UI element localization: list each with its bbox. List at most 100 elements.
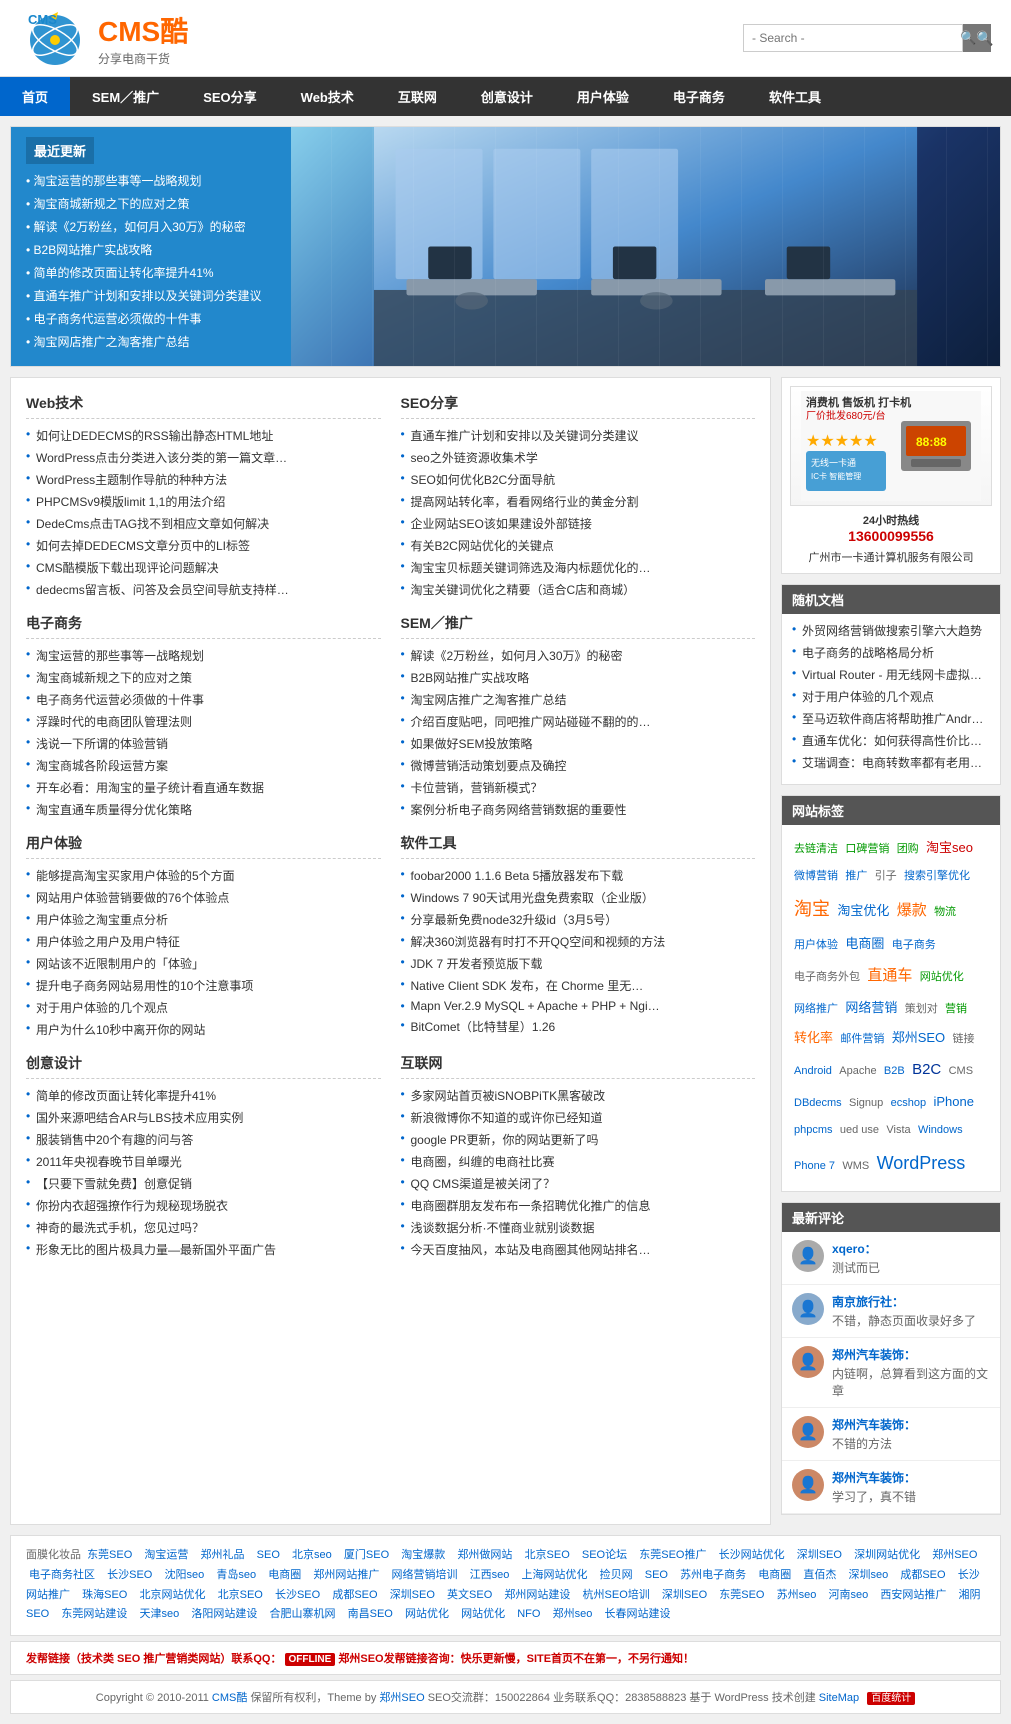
footer-link[interactable]: SEO <box>257 1549 280 1561</box>
featured-link[interactable]: 淘宝运营的那些事等一战略规划 <box>34 174 202 188</box>
footer-link[interactable]: 青岛seo <box>216 1569 256 1581</box>
tag-link[interactable]: 淘宝seo <box>926 835 973 861</box>
tag-link[interactable]: 淘宝优化 <box>837 898 889 924</box>
article-link[interactable]: 卡位营销，营销新模式？ <box>411 781 543 795</box>
footer-link[interactable]: 电子商务社区 <box>29 1569 95 1581</box>
footer-link[interactable]: 东莞SEO <box>719 1589 764 1601</box>
footer-link[interactable]: 网站优化 <box>405 1608 449 1620</box>
article-link[interactable]: 浅谈数据分析·不懂商业就别谈数据 <box>411 1221 595 1235</box>
footer-link[interactable]: 深圳网站优化 <box>854 1549 920 1561</box>
article-link[interactable]: 新浪微博你不知道的或许你已经知道 <box>411 1111 603 1125</box>
doc-link[interactable]: 外贸网络营销做搜索引擎六大趋势 <box>802 624 982 638</box>
tag-link[interactable]: Phone 7 <box>794 1155 835 1177</box>
search-button[interactable]: 🔍 <box>963 24 991 52</box>
nav-item-home[interactable]: 首页 <box>0 77 70 116</box>
article-link[interactable]: PHPCMSv9模版limit 1,1的用法介绍 <box>36 495 225 509</box>
tag-link[interactable]: 转化率 <box>794 1025 833 1051</box>
footer-link[interactable]: 北京seo <box>292 1549 332 1561</box>
article-link[interactable]: 如果做好SEM投放策略 <box>411 737 533 751</box>
article-link[interactable]: 电商圈，纠缠的电商社比赛 <box>411 1155 555 1169</box>
tag-link[interactable]: 电子商务 <box>892 934 936 956</box>
featured-link[interactable]: 解读《2万粉丝，如何月入30万》的秘密 <box>34 220 246 234</box>
tag-link[interactable]: 口碑营销 <box>845 838 889 860</box>
footer-link[interactable]: 长沙网站优化 <box>719 1549 785 1561</box>
nav-item-internet[interactable]: 互联网 <box>376 77 459 116</box>
footer-link[interactable]: 郑州做网站 <box>457 1549 512 1561</box>
tag-link[interactable]: B2C <box>912 1055 941 1085</box>
footer-link[interactable]: 东莞SEO推广 <box>639 1549 706 1561</box>
article-link[interactable]: Mapn Ver.2.9 MySQL + Apache + PHP + Ngi… <box>411 999 660 1013</box>
tag-link[interactable]: ecshop <box>891 1092 926 1114</box>
article-link[interactable]: 国外来源吧结合AR与LBS技术应用实例 <box>36 1111 243 1125</box>
nav-item-sem[interactable]: SEM／推广 <box>70 77 181 116</box>
article-link[interactable]: 解读《2万粉丝，如何月入30万》的秘密 <box>411 649 623 663</box>
tag-link[interactable]: WMS <box>842 1155 869 1177</box>
tag-link[interactable]: WordPress <box>877 1145 966 1181</box>
article-link[interactable]: 能够提高淘宝买家用户体验的5个方面 <box>36 869 235 883</box>
footer-link[interactable]: 洛阳网站建设 <box>191 1608 257 1620</box>
article-link[interactable]: 用户体验之淘宝重点分析 <box>36 913 168 927</box>
article-link[interactable]: QQ CMS渠道是被关闭了？ <box>411 1177 556 1191</box>
article-link[interactable]: CMS酷模版下载出现评论问题解决 <box>36 561 219 575</box>
article-link[interactable]: 多家网站首页被iSNOBPiTK黑客破改 <box>411 1089 606 1103</box>
footer-link[interactable]: 北京SEO <box>218 1589 263 1601</box>
article-link[interactable]: Native Client SDK 发布，在 Chorme 里无… <box>411 979 644 993</box>
footer-link[interactable]: 南昌SEO <box>348 1608 393 1620</box>
tag-link[interactable]: 用户体验 <box>794 934 838 956</box>
footer-link[interactable]: 北京网站优化 <box>139 1589 205 1601</box>
footer-baidu-stat[interactable]: 百度统计 <box>867 1692 915 1705</box>
tag-link[interactable]: 淘宝 <box>794 891 830 927</box>
footer-link[interactable]: 郑州礼品 <box>201 1549 245 1561</box>
article-link[interactable]: DedeCms点击TAG找不到相应文章如何解决 <box>36 517 269 531</box>
footer-link[interactable]: 深圳seo <box>848 1569 888 1581</box>
footer-link[interactable]: 郑州网站推广 <box>313 1569 379 1581</box>
tag-link[interactable]: Vista <box>886 1119 910 1141</box>
article-link[interactable]: google PR更新，你的网站更新了吗 <box>411 1133 599 1147</box>
footer-link[interactable]: 江西seo <box>470 1569 510 1581</box>
article-link[interactable]: 如何去掉DEDECMS文章分页中的LI标签 <box>36 539 250 553</box>
footer-link[interactable]: 郑州seo <box>553 1608 593 1620</box>
article-link[interactable]: 电子商务代运营必须做的十件事 <box>36 693 204 707</box>
footer-link[interactable]: 淘宝运营 <box>144 1549 188 1561</box>
article-link[interactable]: 淘宝商城各阶段运营方案 <box>36 759 168 773</box>
doc-link[interactable]: 电子商务的战略格局分析 <box>802 646 934 660</box>
featured-link[interactable]: B2B网站推广实战攻略 <box>34 243 153 257</box>
tag-link[interactable]: 团购 <box>897 838 919 860</box>
tag-link[interactable]: 网站优化 <box>920 966 964 988</box>
article-link[interactable]: 微博营销活动策划要点及确控 <box>411 759 567 773</box>
tag-link[interactable]: Android <box>794 1060 832 1082</box>
article-link[interactable]: SEO如何优化B2C分面导航 <box>411 473 556 487</box>
footer-link[interactable]: 郑州SEO <box>932 1549 977 1561</box>
footer-link[interactable]: 捡贝网 <box>600 1569 633 1581</box>
article-link[interactable]: 介绍百度贴吧，同吧推广网站碰碰不翻的的… <box>411 715 651 729</box>
article-link[interactable]: WordPress主题制作导航的种种方法 <box>36 473 227 487</box>
tag-link[interactable]: 去链清洁 <box>794 838 838 860</box>
tag-link[interactable]: 网络营销 <box>845 995 897 1021</box>
footer-link[interactable]: 珠海SEO <box>82 1589 127 1601</box>
tag-link[interactable]: 网络推广 <box>794 998 838 1020</box>
footer-link[interactable]: 沈阳seo <box>164 1569 204 1581</box>
article-link[interactable]: 2011年央视春晚节目单曝光 <box>36 1155 182 1169</box>
footer-theme-author[interactable]: 郑州SEO <box>379 1692 424 1704</box>
article-link[interactable]: 形象无比的图片极具力量—最新国外平面广告 <box>36 1243 276 1257</box>
featured-link[interactable]: 简单的修改页面让转化率提升41% <box>34 266 214 280</box>
footer-link[interactable]: 东莞网站建设 <box>61 1608 127 1620</box>
footer-link[interactable]: SEO论坛 <box>582 1549 627 1561</box>
article-link[interactable]: 用户体验之用户及用户特征 <box>36 935 180 949</box>
article-link[interactable]: 淘宝商城新规之下的应对之策 <box>36 671 192 685</box>
tag-link[interactable]: 策划对 <box>905 998 938 1020</box>
footer-link[interactable]: 苏州电子商务 <box>680 1569 746 1581</box>
tag-link[interactable]: 链接 <box>953 1028 975 1050</box>
footer-link[interactable]: 网站优化 <box>461 1608 505 1620</box>
tag-link[interactable]: 电商圈 <box>845 931 884 957</box>
article-link[interactable]: 浅说一下所谓的体验营销 <box>36 737 168 751</box>
article-link[interactable]: 案例分析电子商务网络营销数据的重要性 <box>411 803 627 817</box>
featured-link[interactable]: 淘宝网店推广之淘客推广总结 <box>34 335 190 349</box>
article-link[interactable]: 提高网站转化率，看看网络行业的黄金分割 <box>411 495 639 509</box>
tag-link[interactable]: iPhone <box>933 1089 973 1115</box>
tag-link[interactable]: 物流 <box>934 901 956 923</box>
article-link[interactable]: 电商圈群朋友发布布一条招聘优化推广的信息 <box>411 1199 651 1213</box>
tag-link[interactable]: Apache <box>839 1060 876 1082</box>
footer-link[interactable]: 长沙SEO <box>107 1569 152 1581</box>
footer-link[interactable]: 郑州网站建设 <box>504 1589 570 1601</box>
